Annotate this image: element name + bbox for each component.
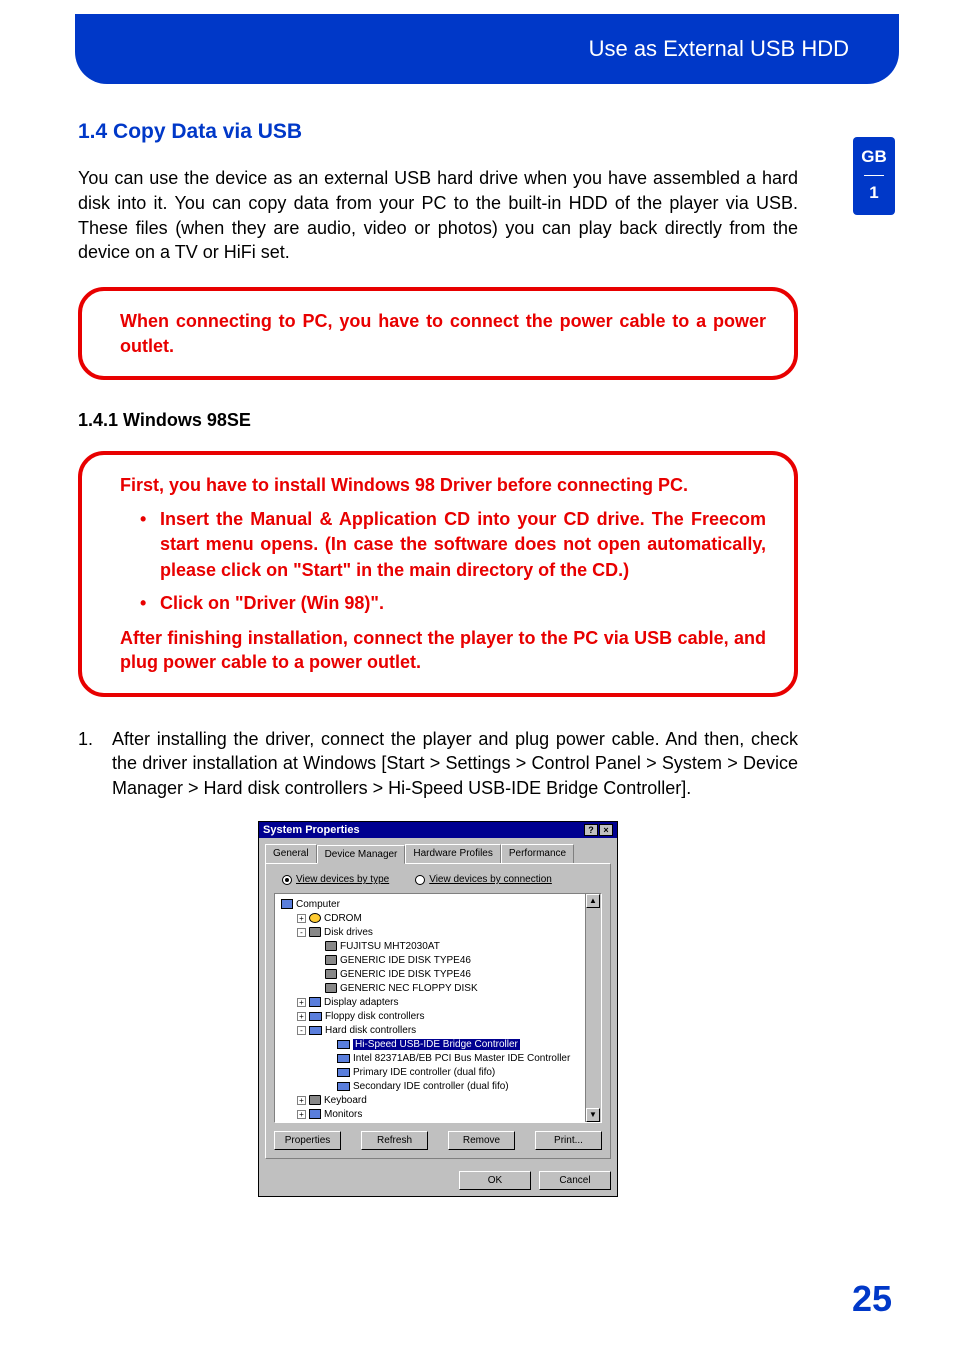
print-button[interactable]: Print... (535, 1131, 602, 1150)
callout-power-warning-text: When connecting to PC, you have to conne… (120, 309, 766, 358)
tree-hdc-usb-ide[interactable]: Hi-Speed USB-IDE Bridge Controller (279, 1038, 597, 1052)
controller-icon (337, 1040, 350, 1049)
scroll-down-icon[interactable]: ▼ (586, 1108, 600, 1122)
help-button[interactable]: ? (584, 824, 598, 836)
tree-cdrom[interactable]: +CDROM (279, 912, 597, 926)
tab-general[interactable]: General (265, 844, 317, 863)
page-header-title: Use as External USB HDD (589, 36, 849, 62)
tree-floppy-controllers[interactable]: +Floppy disk controllers (279, 1010, 597, 1024)
callout-driver-outro: After finishing installation, connect th… (120, 626, 766, 675)
subsection-title: 1.4.1 Windows 98SE (78, 410, 798, 431)
device-tree[interactable]: Computer +CDROM -Disk drives FUJITSU MHT… (274, 893, 602, 1123)
tree-monitors[interactable]: +Monitors (279, 1108, 597, 1122)
cancel-button[interactable]: Cancel (539, 1171, 611, 1190)
radio-view-by-type[interactable]: View devices by type (282, 874, 389, 885)
drive-icon (325, 955, 337, 965)
radio-dot-icon (282, 875, 292, 885)
refresh-button[interactable]: Refresh (361, 1131, 428, 1150)
tree-disk-2[interactable]: GENERIC IDE DISK TYPE46 (279, 954, 597, 968)
side-tab: GB 1 (853, 137, 895, 215)
close-button[interactable]: × (599, 824, 613, 836)
tree-disk-4[interactable]: GENERIC NEC FLOPPY DISK (279, 982, 597, 996)
cdrom-icon (309, 913, 321, 923)
tree-disk-1[interactable]: FUJITSU MHT2030AT (279, 940, 597, 954)
tree-keyboard[interactable]: +Keyboard (279, 1094, 597, 1108)
callout-driver-step-2: Click on "Driver (Win 98)". (140, 591, 766, 616)
controller-icon (337, 1054, 350, 1063)
properties-button[interactable]: Properties (274, 1131, 341, 1150)
drive-icon (325, 969, 337, 979)
tree-disk-drives[interactable]: -Disk drives (279, 926, 597, 940)
side-tab-chapter: 1 (853, 183, 895, 203)
tree-hdc-intel[interactable]: Intel 82371AB/EB PCI Bus Master IDE Cont… (279, 1052, 597, 1066)
tab-device-manager[interactable]: Device Manager (317, 845, 406, 864)
intro-paragraph: You can use the device as an external US… (78, 166, 798, 265)
dialog-body: View devices by type View devices by con… (265, 863, 611, 1159)
section-title: 1.4 Copy Data via USB (78, 120, 798, 144)
page-header: Use as External USB HDD (75, 14, 899, 84)
step-text: After installing the driver, connect the… (112, 727, 798, 801)
scroll-up-icon[interactable]: ▲ (586, 894, 600, 908)
tree-hdc-primary[interactable]: Primary IDE controller (dual fifo) (279, 1066, 597, 1080)
remove-button[interactable]: Remove (448, 1131, 515, 1150)
controller-icon (337, 1082, 350, 1091)
controller-icon (337, 1068, 350, 1077)
keyboard-icon (309, 1095, 321, 1105)
dialog-titlebar: System Properties ?× (259, 822, 617, 838)
page-number: 25 (852, 1278, 892, 1320)
callout-driver-step-1: Insert the Manual & Application CD into … (140, 507, 766, 583)
content-area: 1.4 Copy Data via USB You can use the de… (78, 120, 798, 1197)
numbered-step-1: 1. After installing the driver, connect … (78, 727, 798, 801)
callout-driver-instructions: First, you have to install Windows 98 Dr… (78, 451, 798, 697)
dialog-title: System Properties (263, 824, 360, 836)
dialog-tabs: General Device Manager Hardware Profiles… (259, 838, 617, 863)
tree-hdc-secondary[interactable]: Secondary IDE controller (dual fifo) (279, 1080, 597, 1094)
side-tab-lang: GB (853, 147, 895, 167)
monitor-icon (309, 1109, 321, 1119)
tab-hardware-profiles[interactable]: Hardware Profiles (405, 844, 500, 863)
computer-icon (281, 899, 293, 909)
controller-icon (309, 1012, 322, 1021)
step-number: 1. (78, 727, 112, 801)
side-tab-divider (864, 175, 884, 176)
system-properties-dialog: System Properties ?× General Device Mana… (258, 821, 618, 1197)
display-icon (309, 997, 321, 1007)
tree-computer[interactable]: Computer (279, 898, 597, 912)
callout-driver-intro: First, you have to install Windows 98 Dr… (120, 473, 766, 497)
screenshot-container: System Properties ?× General Device Mana… (78, 821, 798, 1197)
radio-dot-icon (415, 875, 425, 885)
drive-icon (325, 983, 337, 993)
tree-hard-disk-controllers[interactable]: -Hard disk controllers (279, 1024, 597, 1038)
ok-button[interactable]: OK (459, 1171, 531, 1190)
radio-view-by-connection[interactable]: View devices by connection (415, 874, 552, 885)
tree-display-adapters[interactable]: +Display adapters (279, 996, 597, 1010)
controller-icon (309, 1026, 322, 1035)
tree-scrollbar[interactable]: ▲ ▼ (585, 894, 601, 1122)
tree-disk-3[interactable]: GENERIC IDE DISK TYPE46 (279, 968, 597, 982)
callout-power-warning: When connecting to PC, you have to conne… (78, 287, 798, 380)
disk-icon (309, 927, 321, 937)
tab-performance[interactable]: Performance (501, 844, 574, 863)
drive-icon (325, 941, 337, 951)
